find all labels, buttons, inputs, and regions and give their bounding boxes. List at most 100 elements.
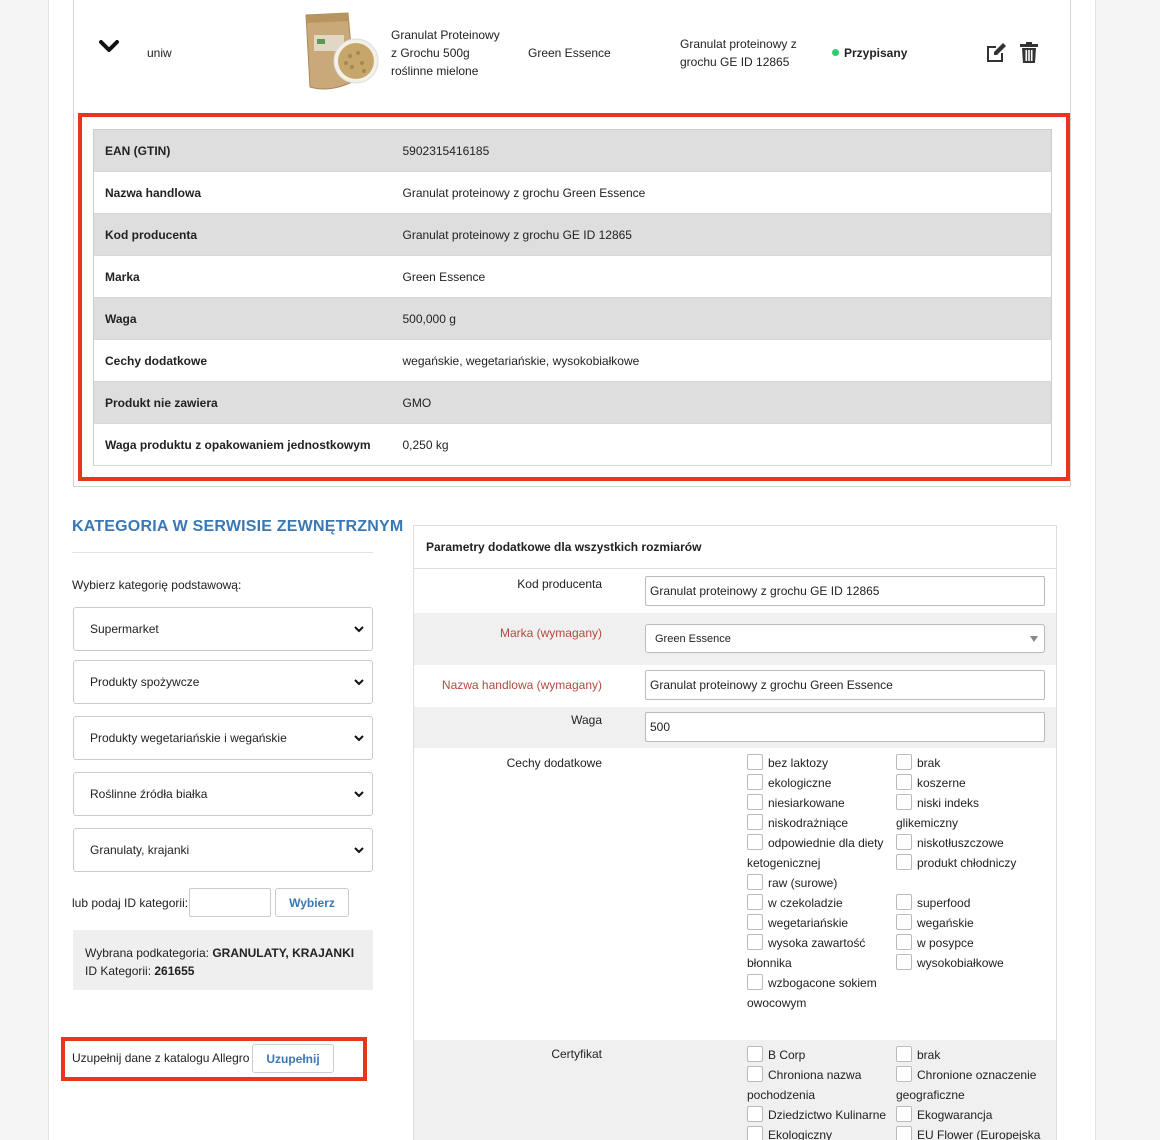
- checkbox[interactable]: [747, 974, 763, 990]
- checkbox-option[interactable]: wysokobiałkowe: [896, 953, 1004, 973]
- checkbox[interactable]: [896, 1106, 912, 1122]
- checkbox-option[interactable]: Ekologiczny: [747, 1125, 832, 1140]
- choose-category-button[interactable]: Wybierz: [275, 888, 349, 917]
- edit-icon[interactable]: [984, 41, 1008, 65]
- checkbox-option[interactable]: koszerne: [896, 773, 966, 793]
- detail-value: Granulat proteinowy z grochu Green Essen…: [391, 171, 1052, 214]
- checkbox[interactable]: [896, 894, 912, 910]
- param-input-waga[interactable]: 500: [645, 712, 1045, 742]
- checkbox-option-label-cont: owocowym: [747, 993, 806, 1013]
- category-select-level-3[interactable]: Produkty wegetariańskie i wegańskie: [73, 716, 373, 760]
- detail-row: Kod producenta Granulat proteinowy z groc…: [93, 213, 1052, 256]
- checkbox[interactable]: [747, 754, 763, 770]
- checkbox-label: pochodzenia: [747, 1088, 816, 1102]
- checkbox-option[interactable]: niskodrażniące: [747, 813, 848, 833]
- category-select-level-4[interactable]: Roślinne źródła białka: [73, 772, 373, 816]
- detail-row: EAN (GTIN) 5902315416185: [93, 129, 1052, 172]
- category-select-level-5[interactable]: Granulaty, krajanki: [73, 828, 373, 872]
- parameters-panel: Parametry dodatkowe dla wszystkich rozmi…: [413, 525, 1057, 1140]
- checkbox-option[interactable]: bez laktozy: [747, 753, 828, 773]
- checkbox[interactable]: [747, 1066, 763, 1082]
- checkbox-option-label-cont: pochodzenia: [747, 1085, 815, 1105]
- checkbox[interactable]: [747, 1106, 763, 1122]
- checkbox[interactable]: [896, 754, 912, 770]
- checkbox[interactable]: [896, 1126, 912, 1140]
- checkbox-option[interactable]: B Corp: [747, 1045, 805, 1065]
- checkbox[interactable]: [747, 1126, 763, 1140]
- checkbox-option[interactable]: niski indeks: [896, 793, 979, 813]
- checkbox[interactable]: [747, 1046, 763, 1062]
- checkbox[interactable]: [747, 774, 763, 790]
- checkbox[interactable]: [896, 1046, 912, 1062]
- checkbox-label: ekologiczne: [768, 776, 832, 790]
- checkbox[interactable]: [747, 794, 763, 810]
- checkbox-option[interactable]: w czekoladzie: [747, 893, 843, 913]
- checkbox-label: Ekogwarancja: [917, 1108, 993, 1122]
- category-select-level-1[interactable]: Supermarket: [73, 607, 373, 651]
- checkbox-option[interactable]: niesiarkowane: [747, 793, 845, 813]
- checkbox-label: superfood: [917, 896, 971, 910]
- detail-key: EAN (GTIN): [93, 129, 392, 172]
- param-input-nazwa[interactable]: Granulat proteinowy z grochu Green Essen…: [645, 670, 1045, 700]
- checkbox-option[interactable]: niskotłuszczowe: [896, 833, 1004, 853]
- checkbox[interactable]: [896, 954, 912, 970]
- checkbox-option[interactable]: brak: [896, 1045, 940, 1065]
- checkbox[interactable]: [747, 914, 763, 930]
- checkbox-option[interactable]: Chroniona nazwa: [747, 1065, 861, 1085]
- category-select-level-2[interactable]: Produkty spożywcze: [73, 660, 373, 704]
- fill-from-catalog-button[interactable]: Uzupełnij: [252, 1044, 334, 1073]
- chevron-down-icon: [354, 626, 364, 633]
- detail-key: Kod producenta: [93, 213, 392, 256]
- checkbox-label: wysokobiałkowe: [917, 956, 1004, 970]
- detail-key: Marka: [93, 255, 392, 298]
- checkbox-option[interactable]: w posypce: [896, 933, 974, 953]
- checkbox[interactable]: [896, 794, 912, 810]
- category-id-input[interactable]: [189, 888, 271, 917]
- select-value: Green Essence: [655, 632, 731, 645]
- checkbox[interactable]: [896, 834, 912, 850]
- product-name-line-2: z Grochu 500g: [391, 46, 470, 60]
- checkbox[interactable]: [896, 774, 912, 790]
- param-row-certyfikat: Certyfikat B Corp Chroniona nazwa pochodze…: [414, 1040, 1056, 1140]
- checkbox-option[interactable]: brak: [896, 753, 940, 773]
- checkbox[interactable]: [747, 894, 763, 910]
- checkbox-option[interactable]: produkt chłodniczy: [896, 853, 1016, 873]
- chevron-down-icon[interactable]: [98, 38, 120, 56]
- checkbox[interactable]: [896, 934, 912, 950]
- checkbox-option[interactable]: odpowiednie dla diety: [747, 833, 883, 853]
- catalog-name-line-2: grochu GE ID 12865: [680, 55, 790, 69]
- checkbox-option[interactable]: wegetariańskie: [747, 913, 848, 933]
- checkbox-option[interactable]: raw (surowe): [747, 873, 837, 893]
- checkbox-option[interactable]: wegańskie: [896, 913, 974, 933]
- checkbox-option[interactable]: wzbogacone sokiem: [747, 973, 877, 993]
- checkbox-option[interactable]: EU Flower (Europejska: [896, 1125, 1040, 1140]
- checkbox-label: geograficzne: [896, 1088, 965, 1102]
- checkbox[interactable]: [896, 1066, 912, 1082]
- param-input-kod[interactable]: Granulat proteinowy z grochu GE ID 12865: [645, 576, 1045, 606]
- checkbox-option[interactable]: Ekogwarancja: [896, 1105, 992, 1125]
- checkbox-option[interactable]: ekologiczne: [747, 773, 831, 793]
- checkbox[interactable]: [747, 814, 763, 830]
- checkbox[interactable]: [896, 854, 912, 870]
- param-label-nazwa: Nazwa handlowa (wymagany): [441, 678, 602, 692]
- checkbox-label: Chroniona nazwa: [768, 1068, 862, 1082]
- trash-icon[interactable]: [1017, 41, 1041, 65]
- checkbox-option[interactable]: superfood: [896, 893, 970, 913]
- param-select-marka[interactable]: Green Essence: [645, 624, 1045, 653]
- param-row-waga: Waga 500: [414, 707, 1056, 748]
- checkbox[interactable]: [747, 874, 763, 890]
- checkbox-option[interactable]: Dziedzictwo Kulinarne: [747, 1105, 886, 1125]
- chevron-down-icon: [354, 791, 364, 798]
- chevron-down-icon: [354, 679, 364, 686]
- checkbox-label: niskodrażniące: [768, 816, 849, 830]
- detail-key: Cechy dodatkowe: [93, 339, 392, 382]
- checkbox-option[interactable]: Chronione oznaczenie: [896, 1065, 1036, 1085]
- param-label-kod: Kod producenta: [517, 577, 602, 591]
- checkbox-label: brak: [917, 1048, 941, 1062]
- parameters-panel-title: Parametry dodatkowe dla wszystkich rozmi…: [414, 526, 1056, 569]
- checkbox-label: Dziedzictwo Kulinarne: [768, 1108, 887, 1122]
- checkbox-option[interactable]: wysoka zawartość: [747, 933, 865, 953]
- checkbox[interactable]: [896, 914, 912, 930]
- checkbox[interactable]: [747, 834, 763, 850]
- checkbox[interactable]: [747, 934, 763, 950]
